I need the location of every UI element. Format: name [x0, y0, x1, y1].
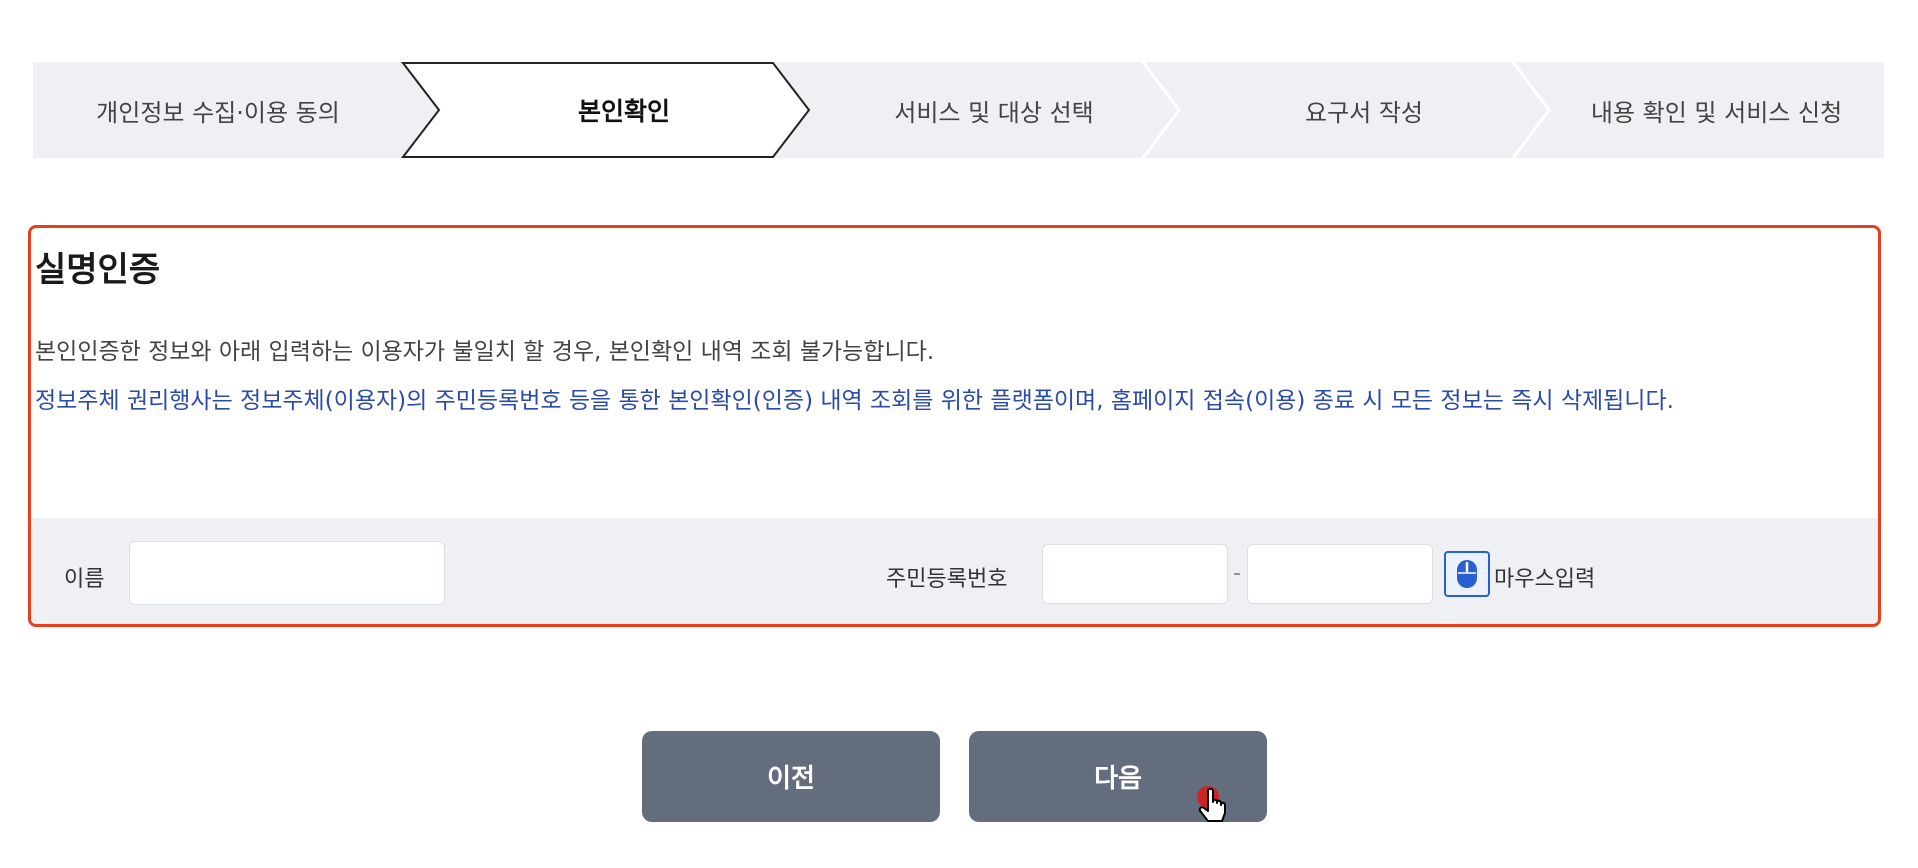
rrn-dash: -: [1233, 561, 1241, 586]
mouse-input-button[interactable]: [1444, 551, 1490, 597]
mouse-icon: [1457, 560, 1477, 588]
privacy-notice: 정보주체 권리행사는 정보주체(이용자)의 주민등록번호 등을 통한 본인확인(…: [35, 388, 1674, 414]
rrn-back-input[interactable]: [1247, 544, 1433, 604]
step-identity-verification: 본인확인: [577, 97, 670, 126]
mouse-input-label[interactable]: 마우스입력: [1494, 561, 1595, 593]
step-request-form: 요구서 작성: [1304, 98, 1424, 127]
name-input[interactable]: [129, 541, 445, 605]
rrn-front-input[interactable]: [1042, 544, 1228, 604]
auth-form-row: 이름 주민등록번호 - 마우스입력: [31, 518, 1878, 624]
section-title: 실명인증: [35, 250, 161, 290]
prev-button[interactable]: 이전: [642, 731, 940, 822]
step-navigation: 개인정보 수집·이용 동의 본인확인 서비스 및 대상 선택 요구서 작성 내용…: [33, 62, 1884, 158]
rrn-label: 주민등록번호: [886, 567, 1008, 592]
step-service-selection: 서비스 및 대상 선택: [894, 98, 1094, 127]
step-confirm-apply: 내용 확인 및 서비스 신청: [1590, 98, 1843, 127]
mismatch-notice: 본인인증한 정보와 아래 입력하는 이용자가 불일치 할 경우, 본인확인 내역…: [35, 339, 935, 365]
name-label: 이름: [64, 567, 105, 592]
real-name-auth-panel: 실명인증 본인인증한 정보와 아래 입력하는 이용자가 불일치 할 경우, 본인…: [28, 225, 1881, 627]
hand-cursor-icon: [1193, 785, 1233, 837]
step-consent: 개인정보 수집·이용 동의: [96, 98, 340, 127]
